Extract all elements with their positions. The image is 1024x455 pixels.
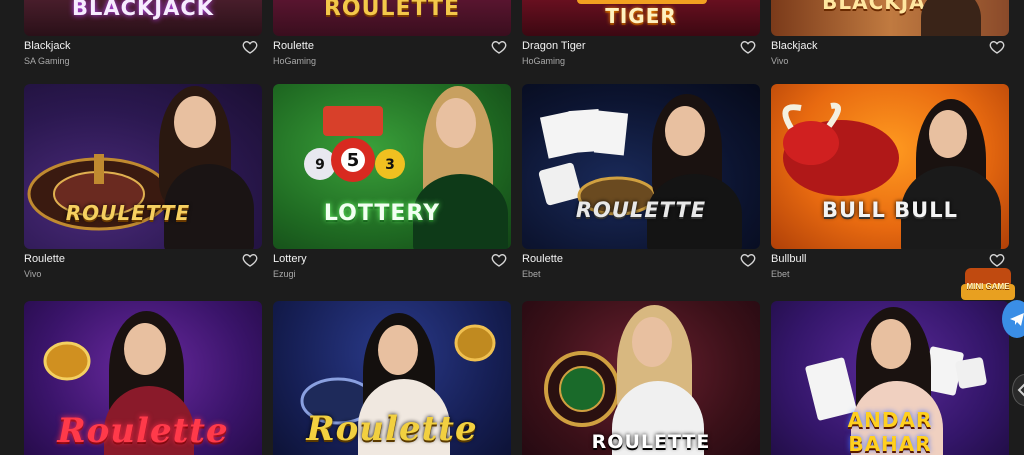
favorite-heart-icon[interactable] (242, 39, 258, 55)
game-logo: ROULETTE (323, 0, 461, 21)
game-provider: SA Gaming (24, 56, 70, 66)
game-card[interactable]: Roulette (24, 293, 262, 455)
game-title: Roulette (24, 253, 65, 265)
game-card[interactable]: ROULETTE Roulette Vivo (24, 83, 262, 293)
game-provider: HoGaming (522, 56, 566, 66)
game-title: Blackjack (24, 40, 71, 52)
game-thumbnail[interactable]: ROULETTE (522, 84, 760, 249)
game-card[interactable]: ROULETTE Roulette HoGaming (273, 0, 511, 83)
game-card[interactable]: 9 5 3 LOTTERY Lottery Ezugi (273, 83, 511, 293)
game-logo: BLACKJACK (71, 0, 215, 20)
game-grid: BLACKJACK Blackjack SA Gaming ROULETTE R… (24, 0, 1012, 455)
mini-game-label: MINI GAME (966, 282, 1010, 291)
favorite-heart-icon[interactable] (740, 39, 756, 55)
game-card[interactable]: BLACKJACK Blackjack SA Gaming (24, 0, 262, 83)
chip-graphic (43, 341, 91, 381)
dealer-face (378, 325, 418, 375)
game-provider: Ebet (522, 269, 541, 279)
game-thumbnail[interactable]: Roulette (24, 301, 262, 455)
chip-graphic (454, 324, 496, 362)
game-provider: Ebet (771, 269, 790, 279)
game-logo: ANDAR BAHAR (847, 408, 933, 455)
telegram-button[interactable] (1002, 300, 1024, 338)
dealer-face (632, 317, 672, 367)
game-thumbnail[interactable]: TIGER (522, 0, 760, 36)
favorite-heart-icon[interactable] (740, 252, 756, 268)
game-thumbnail[interactable]: ROULETTE (273, 0, 511, 36)
game-logo: LOTTERY (323, 201, 441, 226)
roulette-wheel-graphic (544, 351, 620, 427)
game-card[interactable]: BLACKJACK Blackjack Vivo (771, 0, 1009, 83)
dealer-face (436, 98, 476, 148)
dealer-face (929, 110, 967, 158)
lottery-ball-number: 3 (385, 157, 395, 173)
game-card[interactable]: ROULETTE (522, 293, 760, 455)
game-provider: Vivo (24, 269, 42, 279)
lottery-ball-number: 9 (315, 157, 325, 173)
game-thumbnail[interactable]: BLACKJACK (771, 0, 1009, 36)
game-thumbnail[interactable]: ANDAR BAHAR (771, 301, 1009, 455)
game-title: Dragon Tiger (522, 40, 586, 52)
game-logo: Roulette (306, 409, 478, 449)
game-thumbnail[interactable]: BLACKJACK (24, 0, 262, 36)
favorite-heart-icon[interactable] (491, 252, 507, 268)
game-thumbnail[interactable]: 9 5 3 LOTTERY (273, 84, 511, 249)
game-thumbnail[interactable]: Roulette (273, 301, 511, 455)
carousel-arrow-button[interactable] (1012, 374, 1024, 406)
game-provider: Ezugi (273, 269, 296, 279)
game-provider: HoGaming (273, 56, 317, 66)
game-logo: Roulette (57, 411, 229, 451)
game-logo: TIGER (605, 4, 677, 28)
favorite-heart-icon[interactable] (491, 39, 507, 55)
game-logo: ROULETTE (575, 198, 707, 222)
game-title: Lottery (273, 253, 307, 265)
game-title: Bullbull (771, 253, 807, 265)
game-card[interactable]: ROULETTE Roulette Ebet (522, 83, 760, 293)
dealer-face (665, 106, 705, 156)
game-provider: Vivo (771, 56, 789, 66)
mini-game-widget[interactable]: MINI GAME (955, 262, 1021, 302)
game-thumbnail[interactable]: BULL BULL (771, 84, 1009, 249)
bull-graphic (782, 102, 899, 196)
telegram-icon (1010, 313, 1024, 326)
game-title: Roulette (522, 253, 563, 265)
game-title: Blackjack (771, 40, 818, 52)
lottery-ball-number: 5 (347, 150, 360, 171)
lottery-balls-graphic: 9 5 3 (304, 106, 405, 182)
game-card[interactable]: TIGER Dragon Tiger HoGaming (522, 0, 760, 83)
game-card[interactable]: Roulette (273, 293, 511, 455)
game-thumbnail[interactable]: ROULETTE (522, 301, 760, 455)
dealer-face (871, 319, 911, 369)
game-title: Roulette (273, 40, 314, 52)
game-logo: ROULETTE (591, 431, 711, 453)
game-logo: ROULETTE (65, 201, 191, 225)
chevron-left-icon (1017, 383, 1024, 397)
dealer-face (174, 96, 216, 148)
game-thumbnail[interactable]: ROULETTE (24, 84, 262, 249)
favorite-heart-icon[interactable] (242, 252, 258, 268)
game-logo: BULL BULL (822, 198, 958, 222)
favorite-heart-icon[interactable] (989, 39, 1005, 55)
game-card[interactable]: ANDAR BAHAR (771, 293, 1009, 455)
dealer-face (124, 323, 166, 375)
dealer-figure (921, 0, 981, 36)
cards-dice-graphic (922, 346, 987, 396)
